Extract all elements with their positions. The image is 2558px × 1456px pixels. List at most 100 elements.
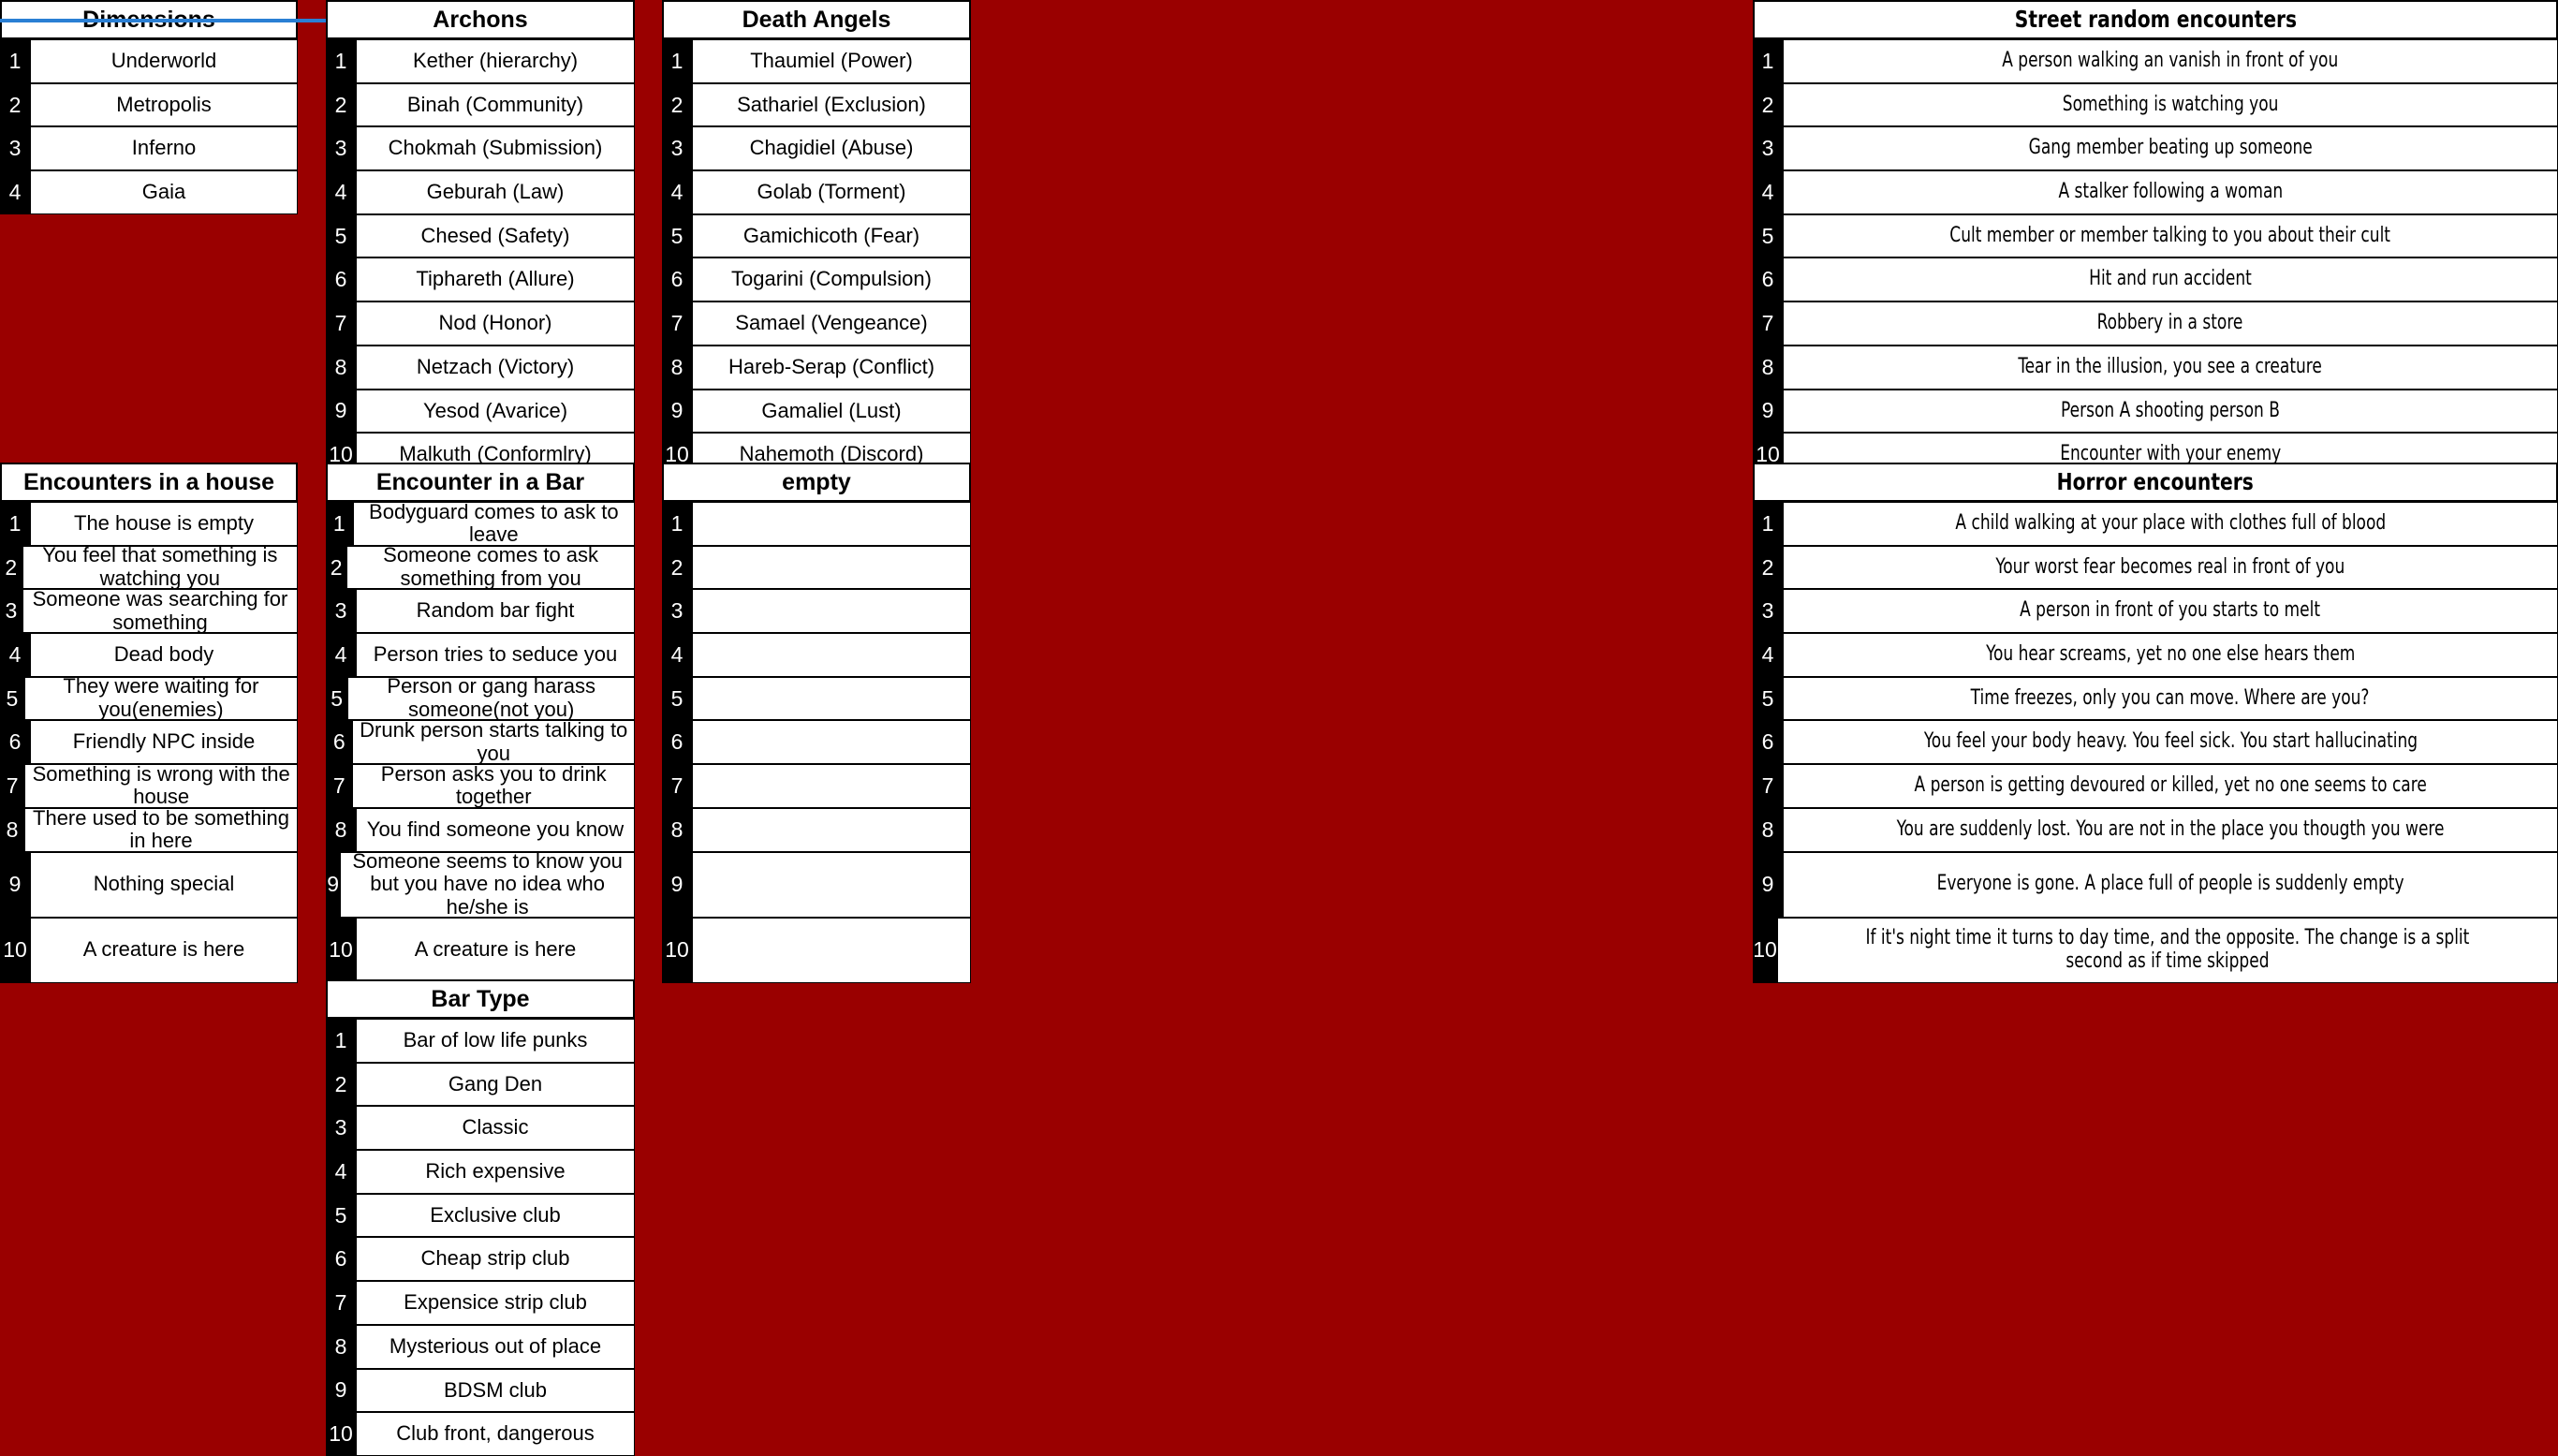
table-row[interactable]: 5 Person or gang harass someone(not you) bbox=[326, 675, 635, 721]
table-row[interactable]: 8 bbox=[662, 807, 971, 852]
table-row[interactable]: 2 Gang Den bbox=[326, 1062, 635, 1107]
table-row[interactable]: 8 Mysterious out of place bbox=[326, 1324, 635, 1369]
table-row[interactable]: 2 bbox=[662, 545, 971, 590]
table-row[interactable]: 2 Sathariel (Exclusion) bbox=[662, 82, 971, 127]
row-value[interactable]: Something is watching you bbox=[1783, 82, 2558, 127]
row-value[interactable]: Chagidiel (Abuse) bbox=[692, 126, 971, 171]
table-row[interactable]: 2 Someone comes to ask something from you bbox=[326, 544, 635, 590]
row-value[interactable]: Person tries to seduce you bbox=[356, 633, 635, 677]
row-value[interactable]: Sathariel (Exclusion) bbox=[692, 82, 971, 127]
table-row[interactable]: 9 Nothing special bbox=[0, 851, 298, 918]
table-row[interactable]: 6 Togarini (Compulsion) bbox=[662, 257, 971, 302]
table-row[interactable]: 1 Bodyguard comes to ask to leave bbox=[326, 500, 635, 546]
row-value[interactable]: Person or gang harass someone(not you) bbox=[347, 675, 635, 721]
row-value[interactable] bbox=[692, 633, 971, 677]
table-row[interactable]: 4 Dead body bbox=[0, 633, 298, 677]
table-row[interactable]: 8 You are suddenly lost. You are not in t… bbox=[1753, 807, 2558, 852]
table-row[interactable]: 2 Something is watching you bbox=[1753, 82, 2558, 127]
table-row[interactable]: 1 Thaumiel (Power) bbox=[662, 39, 971, 83]
row-value[interactable] bbox=[692, 851, 971, 918]
table-row[interactable]: 3 Chokmah (Submission) bbox=[326, 126, 635, 171]
row-value[interactable]: Person A shooting person B bbox=[1783, 389, 2558, 434]
row-value[interactable]: Gamichicoth (Fear) bbox=[692, 213, 971, 258]
table-row[interactable]: 4 bbox=[662, 633, 971, 677]
table-row[interactable]: 3 bbox=[662, 589, 971, 634]
row-value[interactable]: Cult member or member talking to you abo… bbox=[1783, 213, 2558, 258]
row-value[interactable]: You find someone you know bbox=[356, 807, 635, 852]
table-row[interactable]: 3 Chagidiel (Abuse) bbox=[662, 126, 971, 171]
row-value[interactable]: Person asks you to drink together bbox=[352, 762, 635, 808]
table-row[interactable]: 3 Inferno bbox=[0, 126, 298, 171]
table-row[interactable]: 10 If it's night time it turns to day tim… bbox=[1753, 917, 2558, 983]
row-value[interactable]: They were waiting for you(enemies) bbox=[23, 675, 298, 721]
table-row[interactable]: 7 bbox=[662, 764, 971, 808]
table-row[interactable]: 7 Samael (Vengeance) bbox=[662, 301, 971, 346]
table-row[interactable]: 8 Tear in the illusion, you see a creatur… bbox=[1753, 345, 2558, 390]
row-value[interactable]: Someone comes to ask something from you bbox=[346, 544, 635, 590]
table-row[interactable]: 4 Golab (Torment) bbox=[662, 170, 971, 214]
row-value[interactable]: Gang member beating up someone bbox=[1783, 126, 2558, 171]
table-row[interactable]: 3 Classic bbox=[326, 1106, 635, 1151]
table-row[interactable]: 9 Yesod (Avarice) bbox=[326, 389, 635, 434]
table-row[interactable]: 9 BDSM club bbox=[326, 1368, 635, 1413]
table-row[interactable]: 3 Gang member beating up someone bbox=[1753, 126, 2558, 171]
table-row[interactable]: 8 There used to be something in here bbox=[0, 806, 298, 852]
table-row[interactable]: 7 Expensice strip club bbox=[326, 1281, 635, 1325]
row-value[interactable]: Robbery in a store bbox=[1783, 301, 2558, 346]
table-row[interactable]: 8 Hareb-Serap (Conflict) bbox=[662, 345, 971, 390]
row-value[interactable]: Someone was searching for something bbox=[22, 587, 298, 633]
row-value[interactable] bbox=[692, 676, 971, 721]
table-row[interactable]: 10 bbox=[662, 917, 971, 983]
row-value[interactable]: You feel your body heavy. You feel sick.… bbox=[1783, 720, 2558, 765]
row-value[interactable]: Gamaliel (Lust) bbox=[692, 389, 971, 434]
row-value[interactable]: Your worst fear becomes real in front of… bbox=[1783, 545, 2558, 590]
table-row[interactable]: 6 Friendly NPC inside bbox=[0, 720, 298, 765]
row-value[interactable]: Chesed (Safety) bbox=[356, 213, 635, 258]
row-value[interactable]: Netzach (Victory) bbox=[356, 345, 635, 390]
row-value[interactable]: Expensice strip club bbox=[356, 1281, 635, 1325]
table-row[interactable]: 1 Bar of low life punks bbox=[326, 1019, 635, 1063]
row-value[interactable]: Bar of low life punks bbox=[356, 1019, 635, 1063]
table-row[interactable]: 5 bbox=[662, 676, 971, 721]
row-value[interactable]: Cheap strip club bbox=[356, 1237, 635, 1282]
table-row[interactable]: 9 bbox=[662, 851, 971, 918]
table-row[interactable]: 1A child walking at your place with clot… bbox=[1753, 502, 2558, 546]
row-value[interactable]: A creature is here bbox=[356, 917, 635, 983]
table-row[interactable]: 5 They were waiting for you(enemies) bbox=[0, 675, 298, 721]
row-value[interactable]: Club front, dangerous bbox=[356, 1412, 635, 1456]
row-value[interactable]: There used to be something in here bbox=[23, 806, 298, 852]
table-row[interactable]: 4 Rich expensive bbox=[326, 1150, 635, 1194]
row-value[interactable]: Exclusive club bbox=[356, 1193, 635, 1238]
row-value[interactable]: Inferno bbox=[30, 126, 298, 171]
row-value[interactable]: Hareb-Serap (Conflict) bbox=[692, 345, 971, 390]
row-value[interactable]: Something is wrong with the house bbox=[24, 762, 298, 808]
table-row[interactable]: 5 Exclusive club bbox=[326, 1193, 635, 1238]
row-value[interactable] bbox=[692, 917, 971, 983]
table-row[interactable]: 7 Something is wrong with the house bbox=[0, 762, 298, 808]
table-row[interactable]: 7 Person asks you to drink together bbox=[326, 762, 635, 808]
row-value[interactable]: Togarini (Compulsion) bbox=[692, 257, 971, 302]
row-value[interactable]: A child walking at your place with cloth… bbox=[1783, 502, 2558, 546]
table-row[interactable]: 10 Club front, dangerous bbox=[326, 1412, 635, 1456]
table-row[interactable]: 9 Everyone is gone. A place full of peopl… bbox=[1753, 851, 2558, 918]
table-row[interactable]: 4 Geburah (Law) bbox=[326, 170, 635, 214]
table-row[interactable]: 1 bbox=[662, 502, 971, 546]
row-value[interactable]: Bodyguard comes to ask to leave bbox=[352, 500, 635, 546]
row-value[interactable]: Tear in the illusion, you see a creature bbox=[1783, 345, 2558, 390]
table-row[interactable]: 6 Drunk person starts talking to you bbox=[326, 718, 635, 765]
row-value[interactable]: You are suddenly lost. You are not in th… bbox=[1783, 807, 2558, 852]
table-row[interactable]: 6 Cheap strip club bbox=[326, 1237, 635, 1282]
row-value[interactable]: A stalker following a woman bbox=[1783, 170, 2558, 214]
table-row[interactable]: 7 Robbery in a store bbox=[1753, 301, 2558, 346]
table-row[interactable]: 7 Nod (Honor) bbox=[326, 301, 635, 346]
table-row[interactable]: 1A person walking an vanish in front of … bbox=[1753, 39, 2558, 83]
row-value[interactable]: Golab (Torment) bbox=[692, 170, 971, 214]
table-row[interactable]: 4 Gaia bbox=[0, 170, 298, 214]
row-value[interactable]: Random bar fight bbox=[356, 589, 635, 634]
table-row[interactable]: 1 Underworld bbox=[0, 39, 298, 83]
row-value[interactable]: The house is empty bbox=[30, 502, 298, 546]
row-value[interactable]: Mysterious out of place bbox=[356, 1324, 635, 1369]
row-value[interactable] bbox=[692, 807, 971, 852]
table-row[interactable]: 8 You find someone you know bbox=[326, 807, 635, 852]
row-value[interactable]: Gaia bbox=[30, 170, 298, 214]
